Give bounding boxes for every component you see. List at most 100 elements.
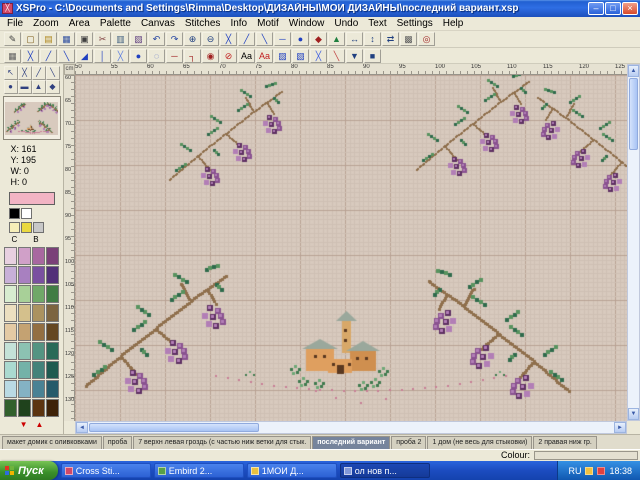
menu-item[interactable]: Motif (252, 17, 284, 30)
toolbar-button[interactable]: ◆ (310, 32, 327, 46)
minimize-button[interactable]: – (588, 2, 604, 15)
palette-swatch[interactable] (4, 361, 17, 379)
palette-swatch[interactable] (46, 247, 59, 265)
taskbar-app-button[interactable]: Cross Sti... (61, 463, 151, 478)
scroll-down-icon[interactable]: ▼ (628, 408, 639, 420)
pattern-tab[interactable]: проба (103, 436, 132, 449)
palette-swatch[interactable] (18, 285, 31, 303)
vertical-scroll-track[interactable] (628, 77, 639, 408)
tray-icon[interactable] (585, 467, 593, 475)
palette-swatch[interactable] (32, 304, 45, 322)
toolbar-button[interactable]: ▧ (130, 32, 147, 46)
horizontal-scroll-thumb[interactable] (89, 423, 259, 432)
toolbar-button[interactable]: ↶ (148, 32, 165, 46)
stitch-toolbar-button[interactable]: ▧ (292, 49, 309, 63)
toolbar-button[interactable]: ↷ (166, 32, 183, 46)
stitch-toolbar-button[interactable]: ◉ (202, 49, 219, 63)
stitch-toolbar-button[interactable]: ╳ (112, 49, 129, 63)
scroll-left-icon[interactable]: ◄ (76, 422, 88, 433)
toolbar-button[interactable]: ✎ (4, 32, 21, 46)
pattern-tab[interactable]: 7 верхн левая гроздь (с частью ниж ветки… (133, 436, 311, 449)
pattern-tab[interactable]: проба 2 (391, 436, 426, 449)
palette-swatch[interactable] (32, 380, 45, 398)
selected-color-swatch[interactable] (9, 192, 55, 205)
stitch-toolbar-button[interactable]: ╳ (310, 49, 327, 63)
menu-item[interactable]: Text (363, 17, 391, 30)
mini-tool-button[interactable]: ╲ (46, 66, 60, 80)
palette-swatch[interactable] (4, 247, 17, 265)
stitch-canvas[interactable] (75, 75, 627, 421)
scroll-right-icon[interactable]: ► (614, 422, 626, 433)
stitch-toolbar-button[interactable]: ■ (364, 49, 381, 63)
stitch-toolbar-button[interactable]: ┐ (184, 49, 201, 63)
toolbar-button[interactable]: ◎ (418, 32, 435, 46)
menu-item[interactable]: Zoom (28, 17, 64, 30)
palette-swatch[interactable] (4, 304, 17, 322)
toolbar-button[interactable]: ⊕ (184, 32, 201, 46)
start-button[interactable]: Пуск (0, 461, 58, 480)
stitch-toolbar-button[interactable]: ◌ (148, 49, 165, 63)
palette-swatch[interactable] (4, 380, 17, 398)
toolbar-button[interactable]: ✂ (94, 32, 111, 46)
palette-swatch[interactable] (46, 266, 59, 284)
toolbar-button[interactable]: ⇄ (382, 32, 399, 46)
menu-item[interactable]: Canvas (136, 17, 180, 30)
palette-swatch[interactable] (18, 323, 31, 341)
stitch-toolbar-button[interactable]: Aa (256, 49, 273, 63)
palette-swatch[interactable] (4, 342, 17, 360)
palette-swatch[interactable] (4, 399, 17, 417)
stitch-toolbar-button[interactable]: ─ (166, 49, 183, 63)
stitch-toolbar-button[interactable]: ▦ (4, 49, 21, 63)
toolbar-button[interactable]: ↔ (346, 32, 363, 46)
vertical-scroll-thumb[interactable] (629, 78, 638, 150)
language-indicator[interactable]: RU (568, 466, 581, 476)
toolbar-button[interactable]: ▣ (76, 32, 93, 46)
palette-swatch[interactable] (32, 399, 45, 417)
toolbar-button[interactable]: ▲ (328, 32, 345, 46)
menu-item[interactable]: Help (438, 17, 469, 30)
palette-swatch[interactable] (46, 323, 59, 341)
toolbar-button[interactable]: ╲ (256, 32, 273, 46)
toolbar-button[interactable]: ▤ (40, 32, 57, 46)
palette-swatch[interactable] (46, 285, 59, 303)
mini-tool-button[interactable]: ▲ (32, 80, 46, 94)
toolbar-button[interactable]: ● (292, 32, 309, 46)
palette-scroll-down-icon[interactable]: ▼ (20, 420, 28, 430)
palette-swatch[interactable] (46, 342, 59, 360)
mini-tool-button[interactable]: ╱ (32, 66, 46, 80)
palette-swatch[interactable] (4, 323, 17, 341)
palette-swatch[interactable] (32, 247, 45, 265)
menu-item[interactable]: Info (225, 17, 252, 30)
toolbar-button[interactable]: ▥ (112, 32, 129, 46)
menu-item[interactable]: File (2, 17, 28, 30)
mini-tool-button[interactable]: ● (4, 80, 18, 94)
toolbar-button[interactable]: ╱ (238, 32, 255, 46)
menu-item[interactable]: Palette (95, 17, 136, 30)
toolbar-button[interactable]: ▩ (400, 32, 417, 46)
tray-icon[interactable] (597, 467, 605, 475)
palette-swatch[interactable] (18, 304, 31, 322)
palette-swatch[interactable] (9, 208, 20, 219)
mini-tool-button[interactable]: ◆ (46, 80, 60, 94)
palette-swatch[interactable] (18, 342, 31, 360)
palette-swatch[interactable] (32, 323, 45, 341)
palette-swatch[interactable] (32, 342, 45, 360)
scroll-up-icon[interactable]: ▲ (628, 65, 639, 77)
palette-swatch[interactable] (4, 285, 17, 303)
stitch-toolbar-button[interactable]: ╲ (328, 49, 345, 63)
stitch-toolbar-button[interactable]: ⊘ (220, 49, 237, 63)
stitch-toolbar-button[interactable]: ◢ (76, 49, 93, 63)
toolbar-button[interactable]: ▦ (58, 32, 75, 46)
palette-swatch[interactable] (18, 247, 31, 265)
menu-item[interactable]: Settings (392, 17, 438, 30)
palette-swatch[interactable] (18, 399, 31, 417)
vertical-scrollbar[interactable]: ▲ ▼ (627, 64, 640, 421)
taskbar-app-button[interactable]: ол нов п... (340, 463, 430, 478)
menu-item[interactable]: Stitches (180, 17, 226, 30)
menu-item[interactable]: Area (64, 17, 95, 30)
palette-swatch[interactable] (46, 361, 59, 379)
palette-swatch[interactable] (4, 266, 17, 284)
palette-swatch[interactable] (21, 208, 32, 219)
horizontal-scroll-track[interactable] (88, 422, 614, 433)
palette-swatch[interactable] (33, 222, 44, 233)
